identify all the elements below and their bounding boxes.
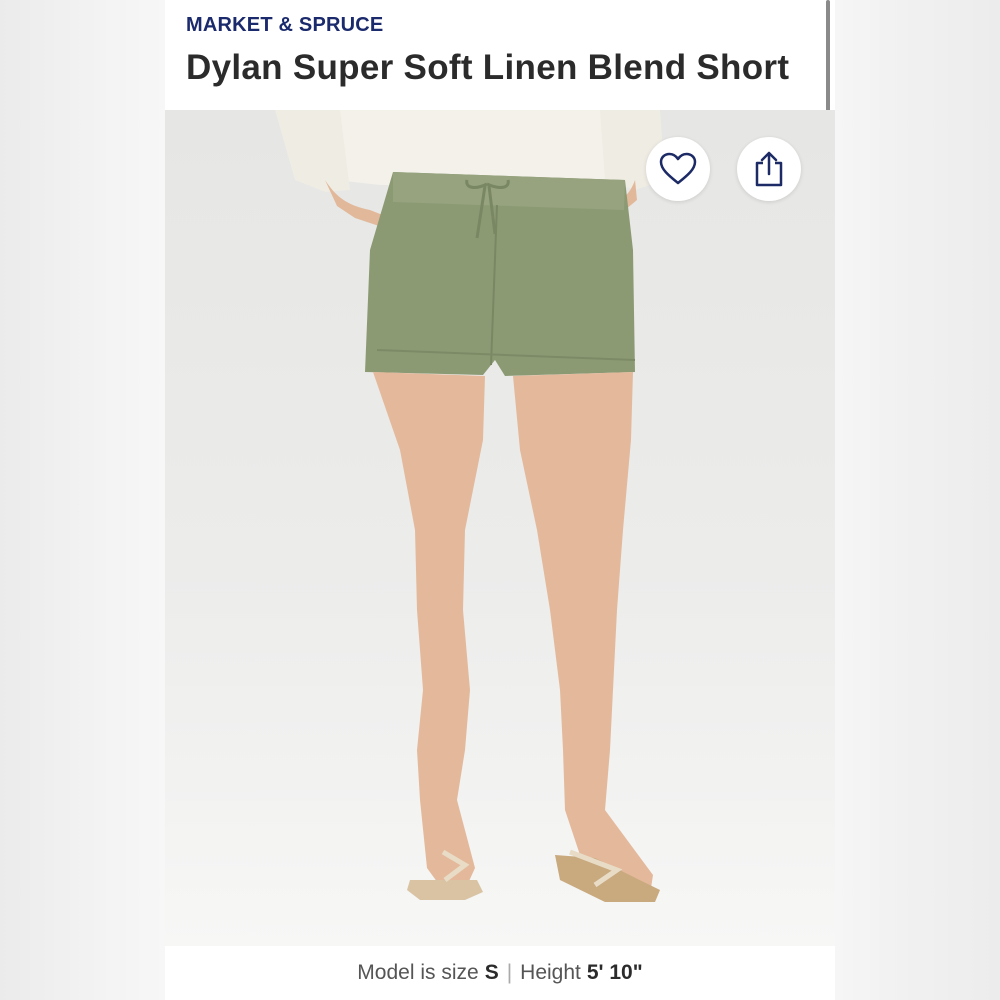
model-height-label: Height <box>520 961 581 984</box>
favorite-button[interactable] <box>646 137 710 201</box>
model-illustration <box>275 110 665 902</box>
model-height-value: 5' 10" <box>586 961 643 984</box>
product-header: MARKET & SPRUCE Dylan Super Soft Linen B… <box>165 0 835 110</box>
share-button[interactable] <box>737 137 801 201</box>
heart-icon <box>659 152 697 185</box>
left-backdrop <box>0 0 165 1000</box>
model-size-value: S <box>484 961 499 984</box>
scrollbar[interactable] <box>826 0 830 122</box>
brand-link[interactable]: MARKET & SPRUCE <box>186 14 383 37</box>
product-image[interactable] <box>165 110 835 946</box>
model-info-caption: Model is size S | Height 5' 10" <box>165 946 835 1000</box>
caption-separator: | <box>506 961 513 984</box>
share-icon <box>755 151 783 187</box>
product-title: Dylan Super Soft Linen Blend Short <box>186 48 790 87</box>
right-backdrop <box>835 0 1000 1000</box>
product-screen: MARKET & SPRUCE Dylan Super Soft Linen B… <box>165 0 835 1000</box>
model-size-label: Model is size <box>357 961 479 984</box>
